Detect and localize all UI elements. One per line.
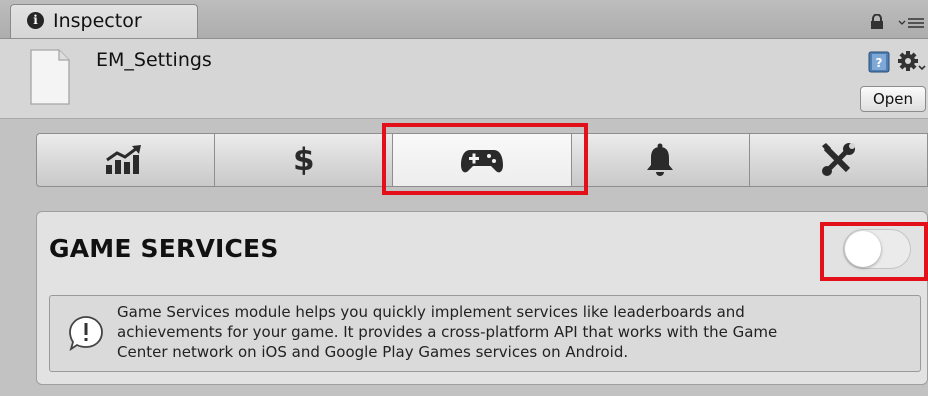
info-icon xyxy=(69,316,103,352)
asset-name: EM_Settings xyxy=(96,49,212,71)
module-description-line: Game Services module helps you quickly i… xyxy=(117,303,745,321)
tab-notifications[interactable] xyxy=(570,133,750,187)
help-book-icon[interactable]: ? xyxy=(868,51,890,73)
lock-icon[interactable] xyxy=(870,14,884,30)
inspector-header: EM_Settings ? Open xyxy=(0,39,928,119)
tab-in-app-purchasing[interactable]: $ xyxy=(214,133,394,187)
tab-inspector-label: Inspector xyxy=(53,10,142,32)
game-services-panel: GAME SERVICES Game Services module helps… xyxy=(36,211,928,385)
module-description-line: Center network on iOS and Google Play Ga… xyxy=(117,343,629,361)
tab-utilities[interactable] xyxy=(748,133,928,187)
tools-icon xyxy=(822,143,856,176)
module-help-box: Game Services module helps you quickly i… xyxy=(49,295,921,372)
tab-analytics[interactable] xyxy=(36,133,216,187)
module-description: Game Services module helps you quickly i… xyxy=(117,302,917,362)
file-icon xyxy=(30,49,70,105)
inspector-tab-strip: i Inspector xyxy=(0,0,928,39)
module-description-line: achievements for your game. It provides … xyxy=(117,323,778,341)
highlight-module-toggle xyxy=(820,222,928,281)
inspector-content: $ GAME SERVICES Game Services module hel… xyxy=(0,119,928,396)
dollar-icon: $ xyxy=(293,142,315,178)
open-button[interactable]: Open xyxy=(860,86,926,112)
info-icon: i xyxy=(27,12,44,29)
section-title: GAME SERVICES xyxy=(49,234,279,263)
gear-icon[interactable] xyxy=(898,50,926,74)
svg-text:?: ? xyxy=(876,56,883,70)
bell-icon xyxy=(647,143,674,176)
highlight-game-services-tab xyxy=(382,123,588,195)
chart-icon xyxy=(105,145,141,174)
tab-menu-icon[interactable] xyxy=(898,16,924,30)
tab-inspector[interactable]: i Inspector xyxy=(10,4,198,38)
